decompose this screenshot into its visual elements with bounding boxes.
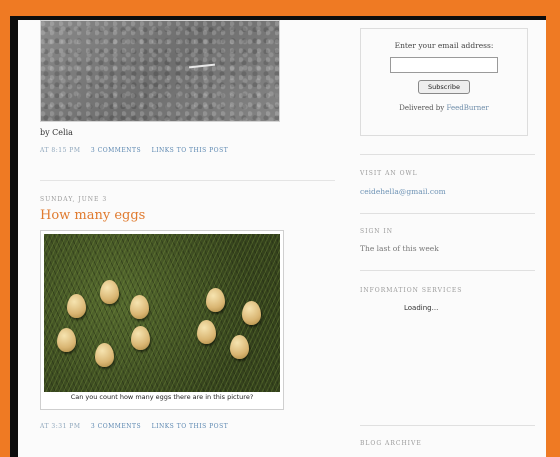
sidebar-divider <box>360 154 535 155</box>
delivered-prefix: Delivered by <box>399 104 445 112</box>
sidebar-divider <box>360 270 535 271</box>
widget-heading: INFORMATION SERVICES <box>360 287 463 294</box>
sidebar-divider <box>360 425 535 426</box>
feedburner-link[interactable]: FeedBurner <box>446 104 488 112</box>
post-footer: AT 3:31 PM 3 COMMENTS LINKS TO THIS POST <box>40 423 236 430</box>
blog-page: by Celia AT 8:15 PM 3 COMMENTS LINKS TO … <box>18 20 546 457</box>
sign-in-text: The last of this week <box>360 244 439 253</box>
post-time: AT 8:15 PM <box>40 147 81 154</box>
egg <box>57 328 76 352</box>
sign-in-heading: SIGN IN <box>360 228 394 235</box>
post-title[interactable]: How many eggs <box>40 208 145 223</box>
sidebar-divider <box>360 213 535 214</box>
comments-link[interactable]: 3 COMMENTS <box>91 423 141 430</box>
egg <box>206 288 225 312</box>
image-caption: Can you count how many eggs there are in… <box>70 393 254 401</box>
grass-photo <box>44 234 280 392</box>
post-image-eggs[interactable]: Can you count how many eggs there are in… <box>40 230 284 410</box>
email-link[interactable]: ceidehella@gmail.com <box>360 187 446 196</box>
post-byline: by Celia <box>40 128 73 137</box>
egg <box>95 343 114 367</box>
email-input[interactable] <box>390 57 498 73</box>
egg <box>100 280 119 304</box>
archive-heading: BLOG ARCHIVE <box>360 440 422 447</box>
backlinks-link[interactable]: LINKS TO THIS POST <box>152 147 229 154</box>
delivered-by: Delivered by FeedBurner <box>361 104 527 112</box>
loading-text: Loading... <box>404 304 439 312</box>
post-time: AT 3:31 PM <box>40 423 81 430</box>
egg <box>67 294 86 318</box>
post-image-pavement[interactable] <box>40 20 280 122</box>
egg <box>130 295 149 319</box>
egg <box>197 320 216 344</box>
post-footer-top: AT 8:15 PM 3 COMMENTS LINKS TO THIS POST <box>40 147 236 154</box>
main-column: by Celia AT 8:15 PM 3 COMMENTS LINKS TO … <box>18 20 348 457</box>
egg <box>131 326 150 350</box>
subscribe-box: Enter your email address: Subscribe Deli… <box>360 28 528 136</box>
post-divider <box>40 180 335 181</box>
backlinks-link[interactable]: LINKS TO THIS POST <box>152 423 229 430</box>
date-header: SUNDAY, JUNE 3 <box>40 196 108 203</box>
image-streak <box>188 63 216 69</box>
sidebar: Enter your email address: Subscribe Deli… <box>360 20 535 457</box>
egg <box>242 301 261 325</box>
subscribe-button[interactable]: Subscribe <box>418 80 470 94</box>
comments-link[interactable]: 3 COMMENTS <box>91 147 141 154</box>
egg <box>230 335 249 359</box>
subscribe-label: Enter your email address: <box>394 41 494 50</box>
visit-heading: VISIT AN OWL <box>360 170 418 177</box>
